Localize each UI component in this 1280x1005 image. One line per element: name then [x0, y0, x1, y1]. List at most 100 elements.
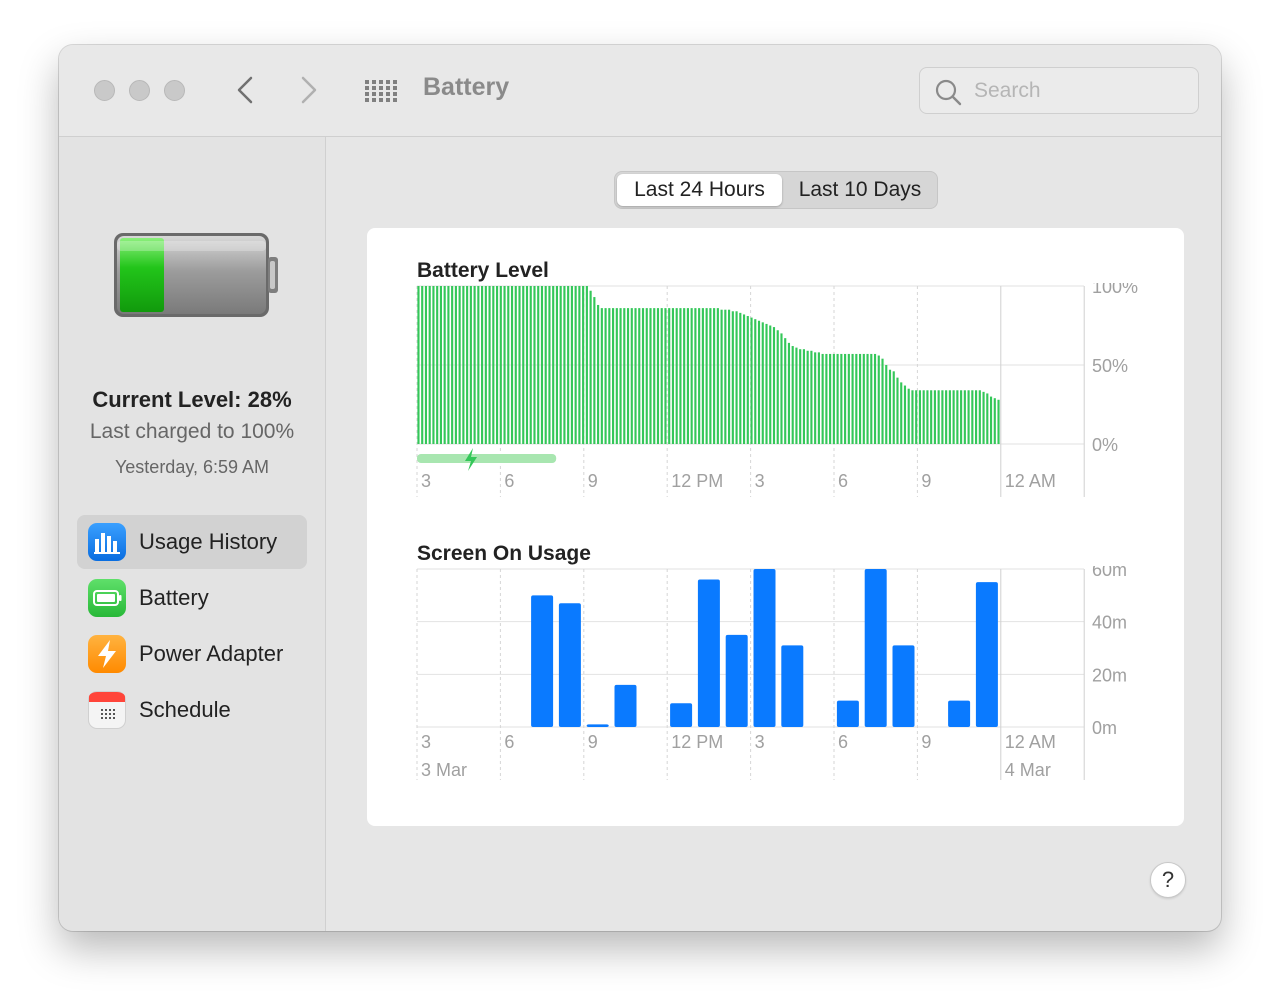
- battery-level-bar: [952, 390, 955, 444]
- battery-level-bar: [589, 290, 592, 444]
- battery-level-bar: [578, 286, 581, 444]
- battery-level-bar: [922, 390, 925, 444]
- battery-level-bar: [907, 388, 910, 444]
- battery-level-bar: [454, 286, 457, 444]
- battery-level-bar: [945, 390, 948, 444]
- minimize-window-button[interactable]: [129, 80, 150, 101]
- battery-level-bar: [417, 286, 420, 444]
- y-tick-label: 100%: [1092, 283, 1138, 297]
- battery-level-bar: [522, 286, 525, 444]
- sidebar-item-power-adapter[interactable]: Power Adapter: [77, 627, 307, 681]
- battery-level-bar: [960, 390, 963, 444]
- battery-level-bar: [477, 286, 480, 444]
- x-tick-label: 6: [838, 732, 848, 752]
- usage-bar: [892, 645, 915, 727]
- battery-level-bar: [540, 286, 544, 444]
- current-level-text: Current Level: 28%: [92, 387, 292, 412]
- last-10-days-tab[interactable]: Last 10 Days: [785, 174, 935, 206]
- battery-level-bar: [963, 390, 966, 444]
- battery-level-bar: [645, 308, 648, 444]
- forward-button[interactable]: [289, 72, 329, 108]
- battery-level-bar: [821, 353, 824, 444]
- close-window-button[interactable]: [94, 80, 115, 101]
- calendar-icon: [88, 691, 126, 729]
- battery-level-bar: [469, 286, 472, 444]
- battery-level-bar: [533, 286, 536, 444]
- usage-bar: [531, 595, 554, 727]
- battery-level-bar: [612, 308, 615, 444]
- usage-bar: [975, 582, 998, 727]
- show-all-button[interactable]: [364, 79, 398, 103]
- search-input[interactable]: [972, 76, 1191, 106]
- battery-level-bar: [671, 308, 675, 444]
- usage-bar: [558, 603, 581, 727]
- help-button[interactable]: ?: [1150, 862, 1186, 898]
- last-charged-text: Last charged to 100%: [89, 420, 295, 443]
- battery-level-bar: [862, 353, 865, 444]
- zoom-window-button[interactable]: [164, 80, 185, 101]
- sidebar-item-schedule[interactable]: Schedule: [77, 683, 307, 737]
- screen-on-usage-chart: 60m 40m 20m 0m 3 6 9 12 PM 3 6 9 12 AM 3 Mar 4 Mar: [416, 566, 1127, 780]
- battery-level-bar: [993, 398, 996, 444]
- battery-level-bar: [432, 286, 435, 444]
- battery-level-bar: [424, 286, 428, 444]
- battery-level-bar: [926, 390, 929, 444]
- battery-level-bar: [900, 382, 903, 444]
- battery-level-bar: [488, 286, 491, 444]
- battery-level-bar: [443, 286, 446, 444]
- battery-level-bar: [757, 320, 761, 444]
- chevron-right-icon: [301, 76, 317, 104]
- battery-level-bar: [975, 390, 978, 444]
- screen-on-usage-title: Screen On Usage: [417, 542, 591, 565]
- battery-level-bar: [563, 286, 566, 444]
- x-tick-label: 6: [504, 732, 514, 752]
- x-tick-label: 12 PM: [671, 732, 723, 752]
- battery-level-bar: [466, 286, 469, 444]
- battery-level-bar: [997, 399, 1000, 444]
- last-24-hours-tab[interactable]: Last 24 Hours: [617, 174, 782, 206]
- battery-level-bar: [780, 333, 783, 444]
- battery-level-bar: [866, 353, 869, 444]
- battery-level-bar: [806, 350, 809, 444]
- battery-level-bar: [772, 327, 776, 444]
- battery-level-bar: [630, 308, 633, 444]
- y-tick-label: 20m: [1092, 665, 1127, 685]
- battery-level-bar: [810, 350, 813, 444]
- battery-level-bar: [421, 286, 424, 444]
- battery-level-bar: [709, 308, 712, 444]
- usage-bar: [697, 579, 720, 727]
- battery-level-bar: [585, 286, 588, 444]
- battery-level-bar: [750, 317, 753, 444]
- battery-level-bar: [855, 353, 858, 444]
- battery-level-bar: [986, 393, 989, 444]
- search-field[interactable]: [919, 67, 1199, 114]
- time-range-segmented-control: Last 24 Hours Last 10 Days: [614, 171, 938, 209]
- battery-level-bar: [735, 311, 738, 444]
- battery-level-bar: [967, 390, 970, 444]
- battery-level-bar: [814, 352, 817, 444]
- battery-level-bar: [439, 286, 442, 444]
- usage-charts-panel: Battery Level 100% 50% 0% 3 6 9 12 PM 3 6 9 12 AM …: [367, 228, 1184, 826]
- y-tick-label: 50%: [1092, 356, 1128, 376]
- battery-level-bar: [885, 365, 888, 444]
- battery-level-bar: [918, 390, 922, 444]
- battery-level-bar: [754, 319, 757, 444]
- battery-level-bar: [514, 286, 517, 444]
- x-tick-label: 12 AM: [1005, 471, 1056, 491]
- battery-level-bar: [915, 390, 918, 444]
- battery-level-bar: [649, 308, 652, 444]
- y-tick-label: 0m: [1092, 718, 1117, 738]
- sidebar-item-battery[interactable]: Battery: [77, 571, 307, 625]
- battery-level-bar: [698, 308, 701, 444]
- back-button[interactable]: [225, 72, 265, 108]
- usage-history-icon: [88, 523, 126, 561]
- battery-level-bar: [716, 308, 719, 444]
- battery-level-bar: [844, 353, 847, 444]
- battery-level-bar: [544, 286, 547, 444]
- battery-icon: [88, 579, 126, 617]
- title-bar: Battery: [59, 45, 1221, 137]
- battery-level-bar: [559, 286, 562, 444]
- battery-level-bar: [567, 286, 570, 444]
- battery-preferences-window: Battery Search Current Level: 28% Last c…: [59, 45, 1221, 931]
- sidebar-item-usage-history[interactable]: Usage History: [77, 515, 307, 569]
